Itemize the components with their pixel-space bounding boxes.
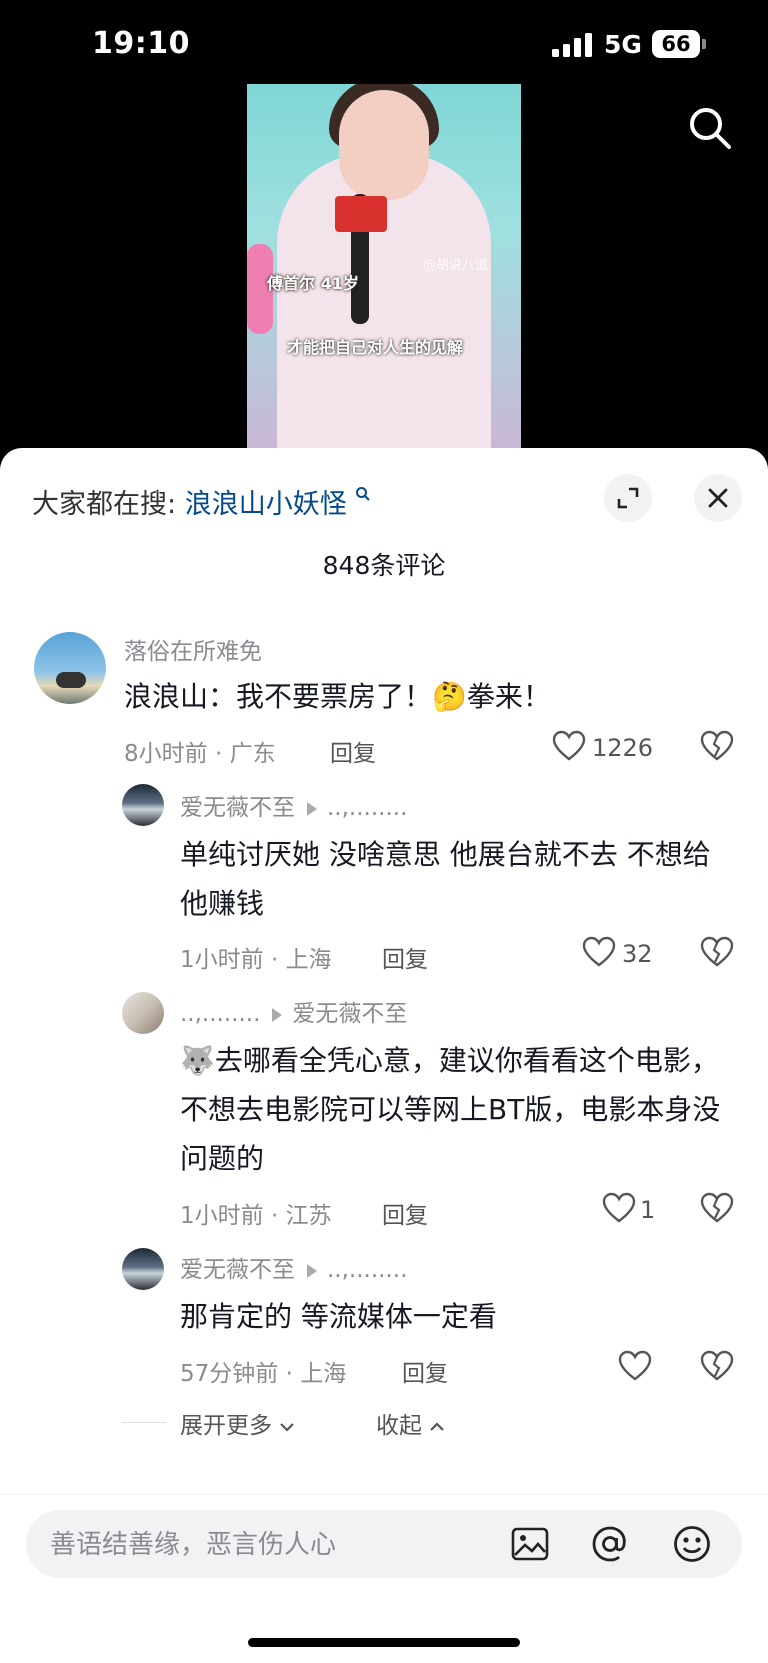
video-subtitle: 才能把自己对人生的见解: [287, 338, 464, 357]
comment-meta: 57分钟前 · 上海: [180, 1361, 347, 1387]
close-icon: [708, 488, 728, 508]
search-icon[interactable]: [686, 104, 734, 152]
reply-to-user[interactable]: 爱无薇不至: [292, 1001, 407, 1027]
comment-sheet: 大家都在搜: 浪浪山小妖怪 848条评论 落俗在所难免 浪浪山：我不要票房了！🤔…: [0, 448, 768, 1663]
reply-author-line: 爱无薇不至..,........: [180, 788, 407, 822]
reply-to-user[interactable]: ..,........: [327, 795, 407, 821]
video-watermark: @胡说八道: [423, 258, 489, 273]
reply-arrow-icon: [272, 1007, 283, 1022]
image-icon[interactable]: [510, 1524, 550, 1564]
comment-author[interactable]: 落俗在所难免: [124, 632, 262, 666]
comment-meta: 1小时前 · 上海: [180, 947, 332, 973]
network-label: 5G: [604, 30, 642, 59]
avatar[interactable]: [122, 784, 164, 826]
reply-arrow-icon: [307, 1263, 317, 1278]
avatar[interactable]: [34, 632, 106, 704]
battery-icon: 66: [652, 30, 706, 58]
avatar[interactable]: [122, 1248, 164, 1290]
input-divider: [0, 1494, 768, 1495]
reply-button[interactable]: 回复: [402, 1354, 448, 1388]
collapse-button[interactable]: 收起: [376, 1406, 445, 1440]
broken-heart-icon[interactable]: [700, 1350, 734, 1382]
status-time: 19:10: [92, 26, 190, 61]
comment-author[interactable]: 爱无薇不至: [180, 795, 295, 821]
reply-button[interactable]: 回复: [330, 734, 376, 768]
battery-level: 66: [652, 30, 700, 58]
comment-meta: 1小时前 · 江苏: [180, 1203, 332, 1229]
reply-author-line: 爱无薇不至..,........: [180, 1250, 407, 1284]
comment-text: 那肯定的 等流媒体一定看: [180, 1300, 497, 1333]
comment-author[interactable]: ..,........: [180, 1001, 260, 1027]
thread-divider: [122, 1422, 166, 1423]
chevron-up-icon: [430, 1422, 445, 1431]
mention-icon[interactable]: [590, 1524, 630, 1564]
video-player[interactable]: 傅首尔 41岁 @胡说八道 才能把自己对人生的见解: [247, 84, 521, 450]
expand-more-label: 展开更多: [180, 1413, 272, 1439]
like-count: 1: [640, 1196, 656, 1224]
video-caption-name: 傅首尔 41岁: [267, 274, 359, 293]
reply-button[interactable]: 回复: [382, 1196, 428, 1230]
comment-text: 🐺去哪看全凭心意，建议你看看这个电影，不想去电影院可以等网上BT版，电影本身没问…: [180, 1044, 721, 1175]
comment-count: 848条评论: [322, 551, 446, 580]
like-count: 32: [622, 940, 653, 968]
heart-icon[interactable]: [602, 1192, 636, 1224]
emoji-icon[interactable]: [672, 1524, 712, 1564]
reply-author-line: ..,........ 爱无薇不至: [180, 994, 407, 1028]
signal-icon: [552, 33, 592, 57]
broken-heart-icon[interactable]: [700, 730, 734, 762]
comment-meta: 8小时前 · 广东: [124, 741, 276, 767]
comment-author[interactable]: 爱无薇不至: [180, 1257, 295, 1283]
status-bar: 19:10 5G 66: [0, 0, 768, 80]
trending-search[interactable]: 大家都在搜: 浪浪山小妖怪: [32, 482, 371, 521]
collapse-label: 收起: [376, 1413, 422, 1439]
close-button[interactable]: [694, 474, 742, 522]
heart-icon[interactable]: [582, 936, 616, 968]
expand-more-button[interactable]: 展开更多: [180, 1406, 295, 1440]
fullscreen-button[interactable]: [604, 474, 652, 522]
comment-text: 浪浪山：我不要票房了！🤔拳来！: [124, 680, 551, 713]
comment-input-bar: [26, 1510, 742, 1580]
trending-keyword[interactable]: 浪浪山小妖怪: [185, 489, 347, 520]
comment-input[interactable]: [48, 1510, 492, 1580]
search-small-icon: [356, 487, 371, 501]
trending-prefix: 大家都在搜:: [32, 489, 177, 520]
heart-icon[interactable]: [618, 1350, 652, 1382]
comment-text: 单纯讨厌她 没啥意思 他展台就不去 不想给他赚钱: [180, 838, 711, 920]
chevron-down-icon: [280, 1423, 295, 1432]
reply-to-user[interactable]: ..,........: [327, 1257, 407, 1283]
expand-icon: [617, 487, 639, 509]
heart-icon[interactable]: [552, 730, 586, 762]
home-indicator: [248, 1638, 520, 1647]
avatar[interactable]: [122, 992, 164, 1034]
broken-heart-icon[interactable]: [700, 1192, 734, 1224]
reply-button[interactable]: 回复: [382, 940, 428, 974]
like-count: 1226: [592, 734, 654, 762]
reply-arrow-icon: [307, 801, 317, 816]
broken-heart-icon[interactable]: [700, 936, 734, 968]
